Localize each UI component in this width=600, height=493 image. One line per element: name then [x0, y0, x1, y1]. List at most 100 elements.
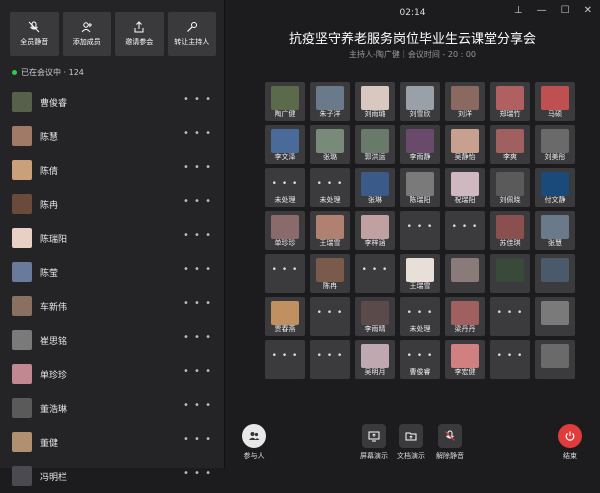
more-options-icon[interactable]: • • •: [183, 332, 212, 343]
unmute-button[interactable]: 解除静音: [429, 424, 471, 461]
maximize-icon[interactable]: ☐: [561, 5, 570, 16]
avatar: [12, 398, 32, 418]
video-tile[interactable]: 苏佳琪: [490, 211, 530, 250]
participants-button[interactable]: 参与人: [233, 424, 275, 461]
more-options-icon[interactable]: • • •: [183, 298, 212, 309]
video-tile[interactable]: • • •: [310, 297, 350, 336]
video-tile[interactable]: 张慧: [535, 211, 575, 250]
video-tile[interactable]: [445, 254, 485, 293]
video-tile[interactable]: 刘雨璐: [355, 82, 395, 121]
video-tile[interactable]: 郑瑞竹: [490, 82, 530, 121]
minimize-icon[interactable]: —: [537, 5, 547, 16]
video-tile[interactable]: 李爽: [490, 125, 530, 164]
avatar: [12, 432, 32, 452]
online-dot-icon: [12, 70, 17, 75]
more-options-icon[interactable]: • • •: [183, 162, 212, 173]
video-tile[interactable]: 刘美彤: [535, 125, 575, 164]
video-tile[interactable]: • • •: [490, 297, 530, 336]
video-tile[interactable]: 陈瑞阳: [400, 168, 440, 207]
video-tile[interactable]: • • •: [490, 340, 530, 379]
participant-row[interactable]: 陈倩 • • •: [0, 153, 224, 187]
video-tile[interactable]: • • •: [445, 211, 485, 250]
video-tile[interactable]: 李文泽: [265, 125, 305, 164]
end-meeting-button[interactable]: 结束: [549, 424, 591, 461]
video-tile[interactable]: 李宏健: [445, 340, 485, 379]
video-tile[interactable]: 张琳: [355, 168, 395, 207]
video-tile[interactable]: [535, 340, 575, 379]
invite-label: 邀请参会: [125, 38, 154, 46]
video-tile[interactable]: 单珍珍: [265, 211, 305, 250]
video-tile[interactable]: 陶广健: [265, 82, 305, 121]
video-tile[interactable]: • • • 未处理: [265, 168, 305, 207]
tile-name: 刘佩晓: [499, 196, 521, 204]
more-options-icon[interactable]: • • •: [183, 196, 212, 207]
video-tile[interactable]: 李雨静: [400, 125, 440, 164]
avatar: [361, 344, 389, 368]
close-icon[interactable]: ✕: [584, 5, 592, 16]
participant-row[interactable]: 陈瑞阳 • • •: [0, 221, 224, 255]
doc-share-button[interactable]: 文档演示: [390, 424, 432, 461]
more-options-icon[interactable]: • • •: [183, 94, 212, 105]
participant-row[interactable]: 车新伟 • • •: [0, 289, 224, 323]
video-tile[interactable]: 刘雪欣: [400, 82, 440, 121]
screen-share-button[interactable]: 屏幕演示: [353, 424, 395, 461]
video-tile[interactable]: 王瑞雪: [400, 254, 440, 293]
video-tile[interactable]: 陈冉: [310, 254, 350, 293]
video-tile[interactable]: 马硕: [535, 82, 575, 121]
video-tile[interactable]: • • • 未处理: [400, 297, 440, 336]
avatar: [12, 296, 32, 316]
pin-icon[interactable]: ⊥: [514, 5, 523, 16]
video-tile[interactable]: • • •: [355, 254, 395, 293]
video-tile[interactable]: [490, 254, 530, 293]
video-tile[interactable]: 梁丹丹: [445, 297, 485, 336]
end-label: 结束: [563, 452, 577, 460]
video-tile[interactable]: 祝瑞阳: [445, 168, 485, 207]
more-options-icon[interactable]: • • •: [183, 468, 212, 479]
video-tile[interactable]: 朱子洋: [310, 82, 350, 121]
participant-row[interactable]: 冯明栏 • • •: [0, 459, 224, 493]
video-tile[interactable]: 吴静怡: [445, 125, 485, 164]
video-tile[interactable]: 张璐: [310, 125, 350, 164]
more-options-icon[interactable]: • • •: [183, 366, 212, 377]
avatar: [541, 258, 569, 282]
participant-row[interactable]: 董浩琳 • • •: [0, 391, 224, 425]
mute-all-label: 全员静音: [20, 38, 49, 46]
participant-row[interactable]: 陈莹 • • •: [0, 255, 224, 289]
video-tile[interactable]: • • •: [265, 254, 305, 293]
mic-muted-icon: [438, 424, 462, 448]
more-options-icon[interactable]: • • •: [183, 434, 212, 445]
video-tile[interactable]: 刘洋: [445, 82, 485, 121]
video-tile[interactable]: 贾春燕: [265, 297, 305, 336]
mute-all-button[interactable]: 全员静音: [10, 12, 59, 56]
video-tile[interactable]: • • • 曹俊睿: [400, 340, 440, 379]
avatar: [361, 215, 389, 239]
more-options-icon[interactable]: • • •: [183, 264, 212, 275]
video-tile[interactable]: 李梓涵: [355, 211, 395, 250]
video-tile[interactable]: 吴明月: [355, 340, 395, 379]
video-tile[interactable]: [535, 254, 575, 293]
invite-button[interactable]: 邀请参会: [115, 12, 164, 56]
participant-row[interactable]: 董健 • • •: [0, 425, 224, 459]
video-tile[interactable]: • • •: [265, 340, 305, 379]
video-tile[interactable]: • • • 未处理: [310, 168, 350, 207]
video-tile[interactable]: 刘佩晓: [490, 168, 530, 207]
more-options-icon[interactable]: • • •: [183, 128, 212, 139]
participant-row[interactable]: 单珍珍 • • •: [0, 357, 224, 391]
video-tile[interactable]: 李雨晴: [355, 297, 395, 336]
add-member-button[interactable]: 添加成员: [62, 12, 111, 56]
more-options-icon[interactable]: • • •: [183, 230, 212, 241]
share-icon: [134, 21, 144, 33]
participant-row[interactable]: 崔思铭 • • •: [0, 323, 224, 357]
participant-row[interactable]: 陈慧 • • •: [0, 119, 224, 153]
participant-row[interactable]: 曹俊睿 • • •: [0, 85, 224, 119]
video-tile[interactable]: 郭洪运: [355, 125, 395, 164]
video-tile[interactable]: 王瑞雪: [310, 211, 350, 250]
video-tile[interactable]: [535, 297, 575, 336]
video-tile[interactable]: • • •: [400, 211, 440, 250]
participant-list[interactable]: 曹俊睿 • • • 陈慧 • • • 陈倩 • • • 陈冉 • • • 陈瑞阳 • • • 陈莹 •…: [0, 85, 224, 493]
transfer-host-button[interactable]: 转让主持人: [167, 12, 216, 56]
video-tile[interactable]: • • •: [310, 340, 350, 379]
video-tile[interactable]: 付文静: [535, 168, 575, 207]
participant-row[interactable]: 陈冉 • • •: [0, 187, 224, 221]
more-options-icon[interactable]: • • •: [183, 400, 212, 411]
